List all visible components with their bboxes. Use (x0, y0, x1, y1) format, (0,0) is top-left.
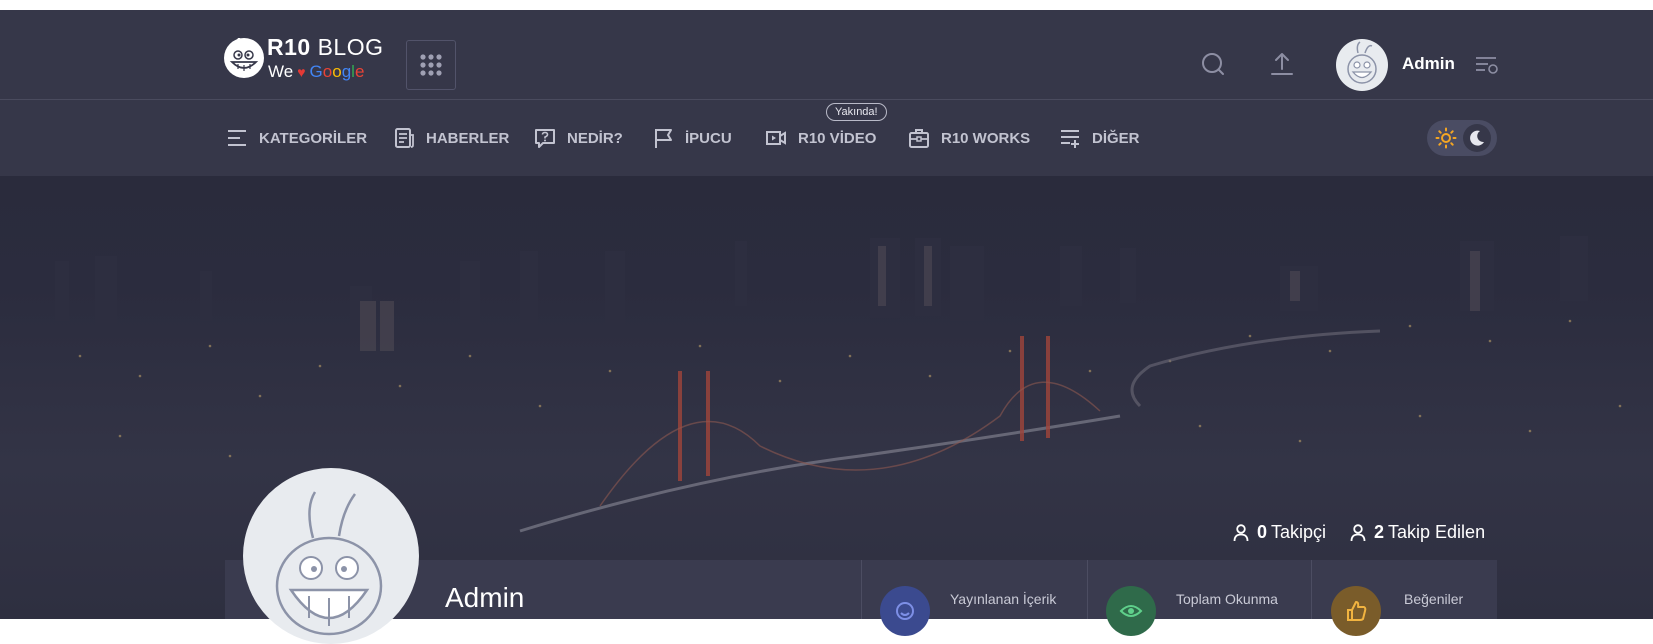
news-icon (395, 128, 414, 148)
nav-item-nedir[interactable]: NEDİR? (534, 124, 623, 152)
nav-item-kategoriler[interactable]: KATEGORİLER (226, 124, 367, 152)
header-username[interactable]: Admin (1402, 54, 1455, 74)
sun-icon (1435, 127, 1457, 149)
user-icon (1350, 523, 1366, 541)
menu-lines-icon (228, 130, 246, 146)
profile-avatar[interactable] (243, 468, 419, 644)
nav-item-diger[interactable]: DİĞER (1059, 124, 1140, 152)
settings-list-icon[interactable] (1473, 52, 1501, 80)
followers-link[interactable]: 0 Takipçi (1233, 522, 1326, 543)
reads-stat-label: Toplam Okunma (1176, 591, 1278, 607)
heart-icon: ♥ (297, 64, 306, 80)
reads-stat-badge (1106, 586, 1156, 636)
published-stat-label: Yayınlanan İçerik (950, 591, 1057, 607)
user-avatar[interactable] (1336, 39, 1388, 91)
dark-mode-option[interactable] (1463, 124, 1491, 152)
published-stat-badge (880, 586, 930, 636)
video-coming-soon-badge: Yakında! (826, 103, 887, 121)
top-strip (0, 0, 1653, 10)
panel-divider (1311, 560, 1312, 619)
apps-menu-button[interactable] (406, 40, 456, 90)
logo-title: R10 BLOG (267, 34, 384, 60)
likes-stat-label: Beğeniler (1404, 591, 1464, 607)
nav-item-ipucu[interactable]: İPUCU (652, 124, 732, 152)
smile-icon (896, 602, 914, 620)
upload-icon[interactable] (1268, 50, 1296, 78)
logo-tagline: We ♥ Google (268, 62, 365, 81)
panel-divider (861, 560, 862, 619)
video-icon (766, 131, 786, 145)
question-icon (535, 129, 555, 148)
list-add-icon (1061, 130, 1079, 148)
search-icon[interactable] (1199, 50, 1227, 78)
panel-divider (1087, 560, 1088, 619)
site-logo[interactable]: R10 BLOG We ♥ Google (222, 28, 387, 88)
flag-icon (655, 129, 672, 148)
profile-name: Admin (445, 582, 525, 613)
site-header: R10 BLOG We ♥ Google Admin (0, 10, 1653, 100)
user-icon (1233, 523, 1249, 541)
nav-item-haberler[interactable]: HABERLER (393, 124, 509, 152)
likes-stat-badge (1331, 586, 1381, 636)
nav-item-r10-works[interactable]: R10 WORKS (908, 124, 1030, 152)
following-link[interactable]: 2 Takip Edilen (1350, 522, 1485, 543)
theme-toggle[interactable] (1427, 120, 1497, 156)
moon-icon (1470, 130, 1484, 146)
nav-item-r10-video[interactable]: R10 VİDEO (765, 124, 876, 152)
logo-mascot-icon (224, 37, 264, 78)
apps-grid-icon (420, 54, 442, 76)
thumbs-up-icon (1347, 601, 1367, 621)
eye-icon (1119, 605, 1143, 617)
briefcase-icon (909, 129, 929, 148)
